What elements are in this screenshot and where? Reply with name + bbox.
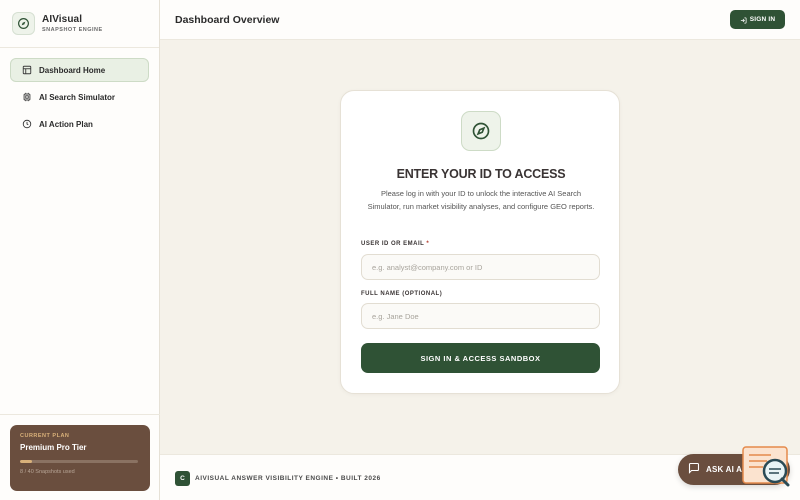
compass-icon — [12, 12, 35, 35]
brand[interactable]: AIVisual SNAPSHOT ENGINE — [0, 0, 159, 48]
user-id-label: USER ID OR EMAIL * — [361, 241, 429, 247]
sign-in-access-sandbox-button[interactable]: SIGN IN & ACCESS SANDBOX — [361, 343, 600, 373]
sidebar-nav: Dashboard Home AI Search Simulator AI Ac… — [0, 48, 159, 136]
footer-text: AIVISUAL ANSWER VISIBILITY ENGINE • BUIL… — [195, 475, 381, 482]
chat-icon — [688, 461, 700, 479]
required-marker: * — [426, 241, 430, 247]
sidebar-item-label: AI Action Plan — [39, 119, 93, 129]
brand-subtitle: SNAPSHOT ENGINE — [42, 27, 103, 33]
login-icon — [740, 11, 747, 29]
full-name-label: FULL NAME (OPTIONAL) — [361, 291, 443, 297]
cpu-icon — [21, 92, 32, 103]
sidebar-item-label: Dashboard Home — [39, 65, 106, 75]
user-id-input[interactable] — [361, 254, 600, 280]
sidebar-item-label: AI Search Simulator — [39, 92, 116, 102]
user-id-label-text: USER ID OR EMAIL — [361, 241, 425, 247]
sign-in-label: SIGN IN — [749, 16, 776, 23]
login-card: ENTER YOUR ID TO ACCESS Please log in wi… — [340, 90, 620, 394]
sign-in-button[interactable]: SIGN IN — [730, 10, 785, 29]
sidebar-item-ai-action-plan[interactable]: AI Action Plan — [10, 112, 149, 136]
brand-name: AIVisual — [42, 14, 83, 25]
page-title: Dashboard Overview — [175, 14, 280, 26]
inspector-widget-icon[interactable] — [741, 445, 791, 487]
sidebar: AIVisual SNAPSHOT ENGINE Dashboard Home … — [0, 0, 160, 500]
layout-icon — [21, 65, 32, 76]
login-description: Please log in with your ID to unlock the… — [367, 189, 595, 211]
footer-logo: C — [175, 471, 190, 486]
plan-usage-bar — [20, 460, 138, 463]
plan-name: Premium Pro Tier — [20, 443, 87, 452]
top-header: Dashboard Overview SIGN IN — [160, 0, 800, 40]
login-title: ENTER YOUR ID TO ACCESS — [396, 167, 566, 181]
plan-usage-text: 8 / 40 Snapshots used — [20, 469, 75, 475]
sidebar-footer: CURRENT PLAN Premium Pro Tier 8 / 40 Sna… — [0, 414, 160, 500]
plan-label: CURRENT PLAN — [20, 433, 70, 439]
plan-card[interactable]: CURRENT PLAN Premium Pro Tier 8 / 40 Sna… — [10, 425, 150, 491]
sidebar-item-ai-search-simulator[interactable]: AI Search Simulator — [10, 85, 149, 109]
full-name-input[interactable] — [361, 303, 600, 329]
plan-usage-fill — [20, 460, 32, 463]
compass-icon — [461, 111, 501, 151]
sidebar-item-dashboard-home[interactable]: Dashboard Home — [10, 58, 149, 82]
clock-icon — [21, 119, 32, 130]
